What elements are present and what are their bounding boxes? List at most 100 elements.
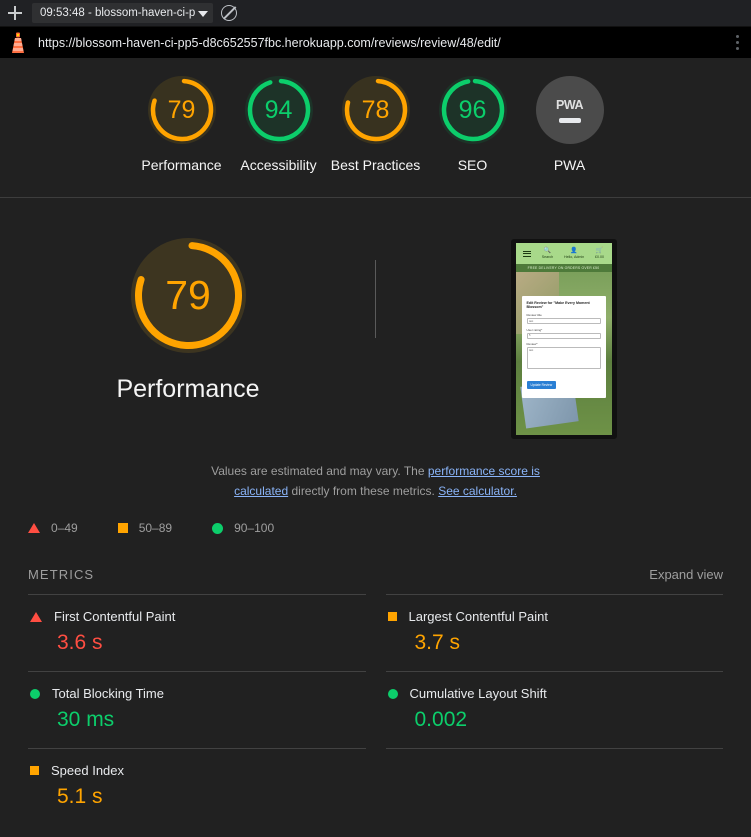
- thumb-field1-label: Review title: [526, 313, 542, 317]
- metric-name: Largest Contentful Paint: [408, 609, 548, 624]
- legend-pass: 90–100: [212, 521, 274, 535]
- big-gauge-arc: [134, 242, 242, 349]
- metric-speed-index[interactable]: Speed Index 5.1 s: [28, 748, 366, 825]
- score-scale-legend: 0–49 50–89 90–100: [28, 521, 751, 535]
- pwa-dash-icon: [558, 117, 581, 123]
- metric-value: 30 ms: [57, 708, 115, 731]
- metric-value: 3.6 s: [57, 631, 103, 654]
- url-bar: https://blossom-haven-ci-pp5-d8c652557fb…: [0, 26, 751, 58]
- category-gauge-block: 79 Performance: [0, 238, 376, 404]
- gauge-accessibility[interactable]: 94 Accessibility: [230, 76, 327, 175]
- devtools-chrome-bar: 09:53:48 - blossom-haven-ci-p: [0, 0, 751, 26]
- gauge-ring-best-practices: 78: [341, 76, 410, 144]
- search-icon: 🔍: [543, 248, 552, 254]
- thumb-card-title: Edit Review for "Make Every Moment Bloss…: [526, 301, 590, 309]
- metric-cell-empty: [385, 748, 723, 825]
- gauge-arc-accessibility: [247, 78, 310, 142]
- metric-value: 5.1 s: [57, 785, 103, 808]
- legend-average-range: 50–89: [138, 521, 173, 535]
- no-entry-icon[interactable]: [221, 5, 238, 21]
- thumb-update-review-button: Update Review: [526, 380, 557, 389]
- thumb-account-label: Hello, Admin: [564, 255, 585, 259]
- metric-name: Total Blocking Time: [52, 686, 164, 701]
- metric-total-blocking-time[interactable]: Total Blocking Time 30 ms: [28, 671, 366, 748]
- thumb-field3-input: test: [526, 347, 601, 369]
- metrics-header: METRICS Expand view: [28, 567, 723, 582]
- gauge-arc-seo: [441, 78, 504, 142]
- url-text[interactable]: https://blossom-haven-ci-pp5-d8c652557fb…: [38, 36, 719, 50]
- kebab-menu-icon[interactable]: [729, 35, 745, 50]
- thumb-cart-label: £0.00: [595, 255, 605, 259]
- lighthouse-report: 79 Performance 94 Accessibility 78 Best …: [0, 58, 751, 837]
- performance-category-section: 79 Performance 🔍 Search 👤 Hello, Admin 🛒…: [0, 198, 751, 825]
- score-gauges-strip: 79 Performance 94 Accessibility 78 Best …: [0, 58, 751, 198]
- thumb-field2-input: 5: [526, 332, 601, 339]
- thumb-search-label: Search: [541, 255, 554, 259]
- phone-screen: 🔍 Search 👤 Hello, Admin 🛒 £0.00 FREE DEL…: [515, 243, 612, 435]
- metrics-section-title: METRICS: [28, 567, 95, 582]
- cart-icon: 🛒: [595, 248, 604, 254]
- page-screenshot-thumbnail[interactable]: 🔍 Search 👤 Hello, Admin 🛒 £0.00 FREE DEL…: [376, 238, 751, 439]
- metric-cumulative-layout-shift[interactable]: Cumulative Layout Shift 0.002: [385, 671, 723, 748]
- gauge-performance[interactable]: 79 Performance: [133, 76, 230, 175]
- gauge-ring-accessibility: 94: [244, 76, 313, 144]
- phone-frame: 🔍 Search 👤 Hello, Admin 🛒 £0.00 FREE DEL…: [510, 239, 617, 439]
- circle-icon: [30, 688, 40, 699]
- thumb-field1-input: test: [526, 318, 601, 324]
- thumb-field2-label: User rating*: [526, 327, 543, 332]
- lighthouse-icon: [12, 32, 24, 53]
- see-calculator-link[interactable]: See calculator.: [438, 484, 517, 498]
- chevron-down-icon: [198, 10, 209, 17]
- thumb-hamburger-icon: [522, 250, 531, 257]
- metric-name: First Contentful Paint: [54, 609, 176, 624]
- legend-fail: 0–49: [28, 521, 78, 535]
- triangle-icon: [28, 523, 40, 533]
- category-title: Performance: [116, 375, 260, 403]
- thumb-page-body: Edit Review for "Make Every Moment Bloss…: [515, 272, 612, 435]
- triangle-icon: [30, 611, 42, 622]
- legend-fail-range: 0–49: [51, 521, 78, 535]
- tab-selector-label: 09:53:48 - blossom-haven-ci-p: [40, 7, 196, 19]
- gauge-label-pwa: PWA: [553, 157, 586, 173]
- metric-largest-contentful-paint[interactable]: Largest Contentful Paint 3.7 s: [385, 594, 723, 671]
- square-icon: [387, 612, 397, 621]
- metrics-grid: First Contentful Paint 3.6 s Largest Con…: [28, 594, 723, 825]
- desc-text-1: Values are estimated and may vary. The: [211, 464, 428, 478]
- new-tab-icon[interactable]: [6, 4, 24, 22]
- gauge-best-practices[interactable]: 78 Best Practices: [327, 76, 424, 175]
- user-icon: 👤: [570, 248, 578, 254]
- gauge-pwa[interactable]: PWA PWA: [521, 76, 618, 175]
- square-icon: [117, 523, 128, 533]
- vertical-divider: [375, 260, 376, 338]
- gauge-arc-best-practices: [344, 78, 407, 142]
- metric-first-contentful-paint[interactable]: First Contentful Paint 3.6 s: [28, 594, 366, 671]
- thumb-promo-banner: FREE DELIVERY ON ORDERS OVER £50: [515, 264, 612, 272]
- big-gauge-performance: 79: [130, 238, 246, 353]
- expand-view-toggle[interactable]: Expand view: [649, 567, 723, 582]
- gauge-label-performance: Performance: [141, 157, 222, 173]
- desc-text-2: directly from these metrics.: [288, 484, 439, 498]
- gauge-label-accessibility: Accessibility: [240, 157, 317, 173]
- gauge-ring-performance: 79: [147, 76, 216, 144]
- legend-average: 50–89: [117, 521, 173, 535]
- metric-name: Speed Index: [51, 763, 125, 778]
- thumb-field3-label: Review*: [526, 342, 538, 346]
- thumb-account-item: 👤 Hello, Admin: [564, 248, 584, 259]
- gauge-seo[interactable]: 96 SEO: [424, 76, 521, 175]
- tab-selector[interactable]: 09:53:48 - blossom-haven-ci-p: [32, 3, 214, 23]
- gauge-label-seo: SEO: [457, 157, 488, 173]
- circle-icon: [387, 688, 398, 699]
- legend-pass-range: 90–100: [234, 521, 275, 535]
- metric-name: Cumulative Layout Shift: [409, 686, 547, 701]
- gauge-ring-seo: 96: [438, 76, 507, 144]
- square-icon: [30, 766, 39, 775]
- metric-value: 0.002: [414, 708, 468, 731]
- category-description: Values are estimated and may vary. The p…: [200, 461, 552, 501]
- metric-value: 3.7 s: [414, 631, 461, 654]
- gauge-arc-performance: [150, 78, 213, 142]
- gauge-label-best-practices: Best Practices: [330, 157, 421, 173]
- thumb-cart-item: 🛒 £0.00: [595, 248, 604, 259]
- thumb-nav-bar: 🔍 Search 👤 Hello, Admin 🛒 £0.00: [515, 243, 612, 264]
- thumb-search-item: 🔍 Search: [542, 248, 553, 259]
- thumb-review-form-card: Edit Review for "Make Every Moment Bloss…: [521, 296, 606, 398]
